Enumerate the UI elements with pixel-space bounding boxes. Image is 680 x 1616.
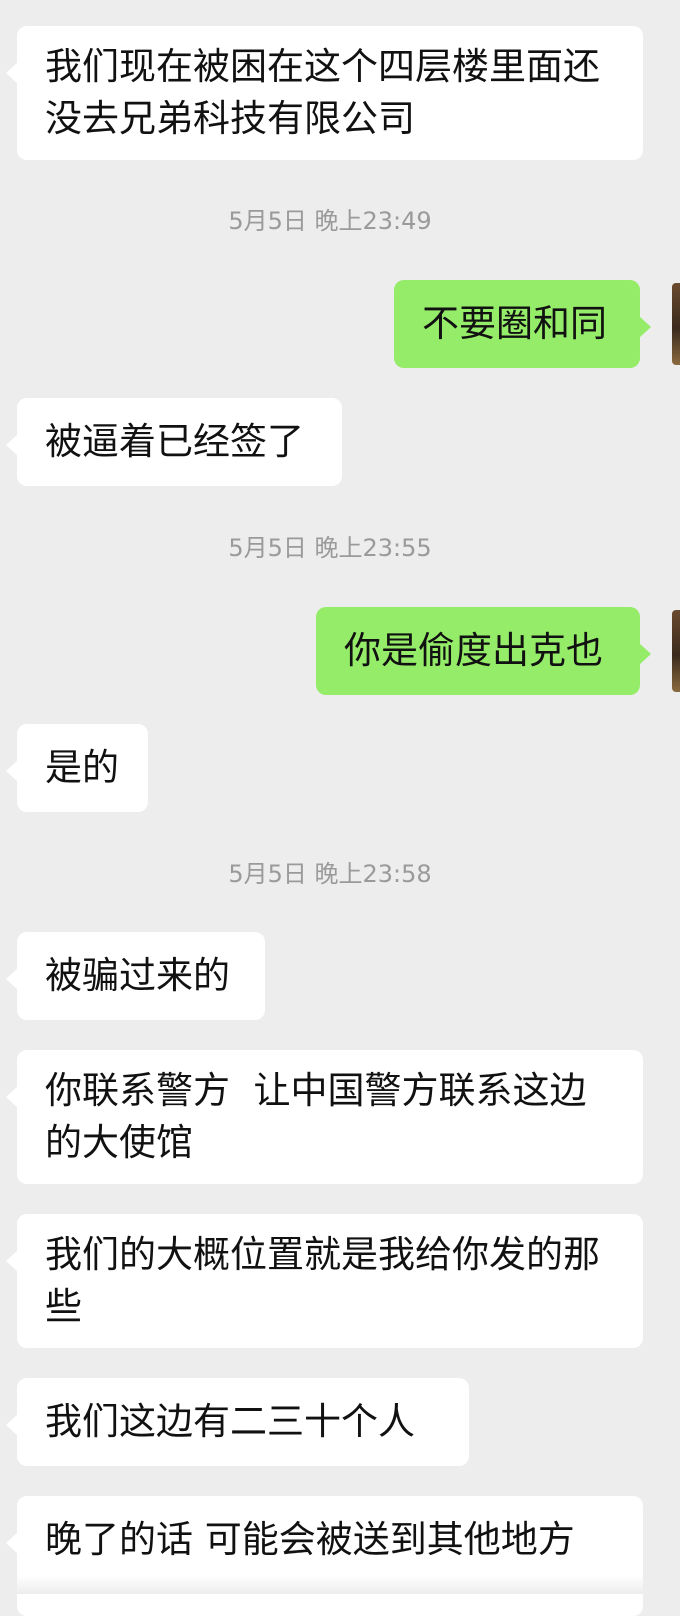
user-avatar[interactable] <box>672 283 680 365</box>
user-avatar[interactable] <box>672 610 680 692</box>
message-timestamp: 5月5日 晚上23:49 <box>228 207 432 235</box>
message-timestamp: 5月5日 晚上23:55 <box>228 534 432 562</box>
incoming-message[interactable]: 被逼着已经签了 <box>6 398 342 486</box>
chat-message-list: 我们现在被困在这个四层楼里面还没去兄弟科技有限公司 5月5日 晚上23:49 不… <box>0 0 680 1616</box>
incoming-message[interactable]: 我们这边有二三十个人 <box>6 1378 469 1466</box>
incoming-message[interactable]: 是的 <box>6 724 148 812</box>
incoming-message[interactable]: 你联系警方 让中国警方联系这边的大使馆 <box>6 1050 643 1184</box>
message-timestamp: 5月5日 晚上23:58 <box>228 860 432 888</box>
incoming-message[interactable]: 我们现在被困在这个四层楼里面还没去兄弟科技有限公司 <box>6 26 643 160</box>
bottom-fade <box>0 1576 680 1594</box>
outgoing-message[interactable]: 你是偷度出克也 <box>316 607 651 695</box>
incoming-message[interactable]: 晚了的话 可能会被送到其他地方 <box>6 1496 643 1616</box>
incoming-message[interactable]: 我们的大概位置就是我给你发的那些 <box>6 1214 643 1348</box>
incoming-message[interactable]: 被骗过来的 <box>6 932 265 1020</box>
outgoing-message[interactable]: 不要圈和同 <box>394 280 651 368</box>
